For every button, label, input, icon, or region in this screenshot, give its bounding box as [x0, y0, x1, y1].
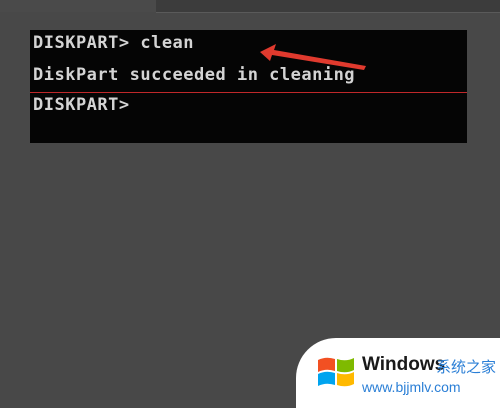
watermark-title: Windows — [362, 354, 446, 375]
top-strip-right — [156, 0, 500, 13]
red-divider-line — [30, 92, 467, 93]
console-line-command: DISKPART> clean — [33, 33, 195, 53]
windows-logo-icon — [318, 357, 354, 387]
watermark-url: www.bjjmlv.com — [362, 379, 461, 395]
red-arrow-annotation-icon — [260, 44, 366, 70]
command-prompt-window: DISKPART> clean DiskPart succeeded in cl… — [30, 30, 467, 143]
console-line-prompt: DISKPART> — [33, 95, 130, 115]
top-strip-left — [0, 0, 156, 12]
watermark-badge: Windows 系统之家 www.bjjmlv.com — [296, 338, 500, 408]
watermark-subtitle: 系统之家 — [436, 358, 497, 376]
